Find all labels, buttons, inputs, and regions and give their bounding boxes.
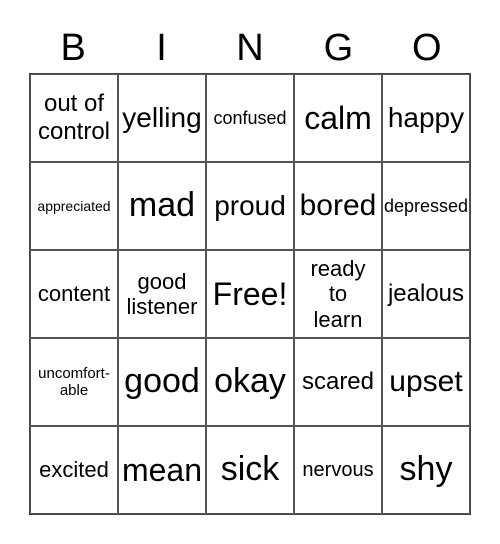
bingo-cell[interactable]: happy <box>382 74 470 162</box>
bingo-cell[interactable]: shy <box>382 426 470 514</box>
cell-label: upset <box>389 364 463 398</box>
cell-label: mad <box>128 186 196 225</box>
bingo-cell[interactable]: bored <box>294 162 382 250</box>
bingo-cell[interactable]: nervous <box>294 426 382 514</box>
cell-label: shy <box>399 450 453 489</box>
cell-label: proud <box>214 189 286 221</box>
cell-label: uncomfort-able <box>38 364 110 399</box>
bingo-cell[interactable]: uncomfort-able <box>30 338 118 426</box>
cell-label: excited <box>39 457 109 483</box>
bingo-cell[interactable]: upset <box>382 338 470 426</box>
cell-label: out of control <box>37 90 111 145</box>
bingo-cell[interactable]: confused <box>206 74 294 162</box>
header-letter-n: N <box>236 27 264 69</box>
bingo-cell[interactable]: jealous <box>382 250 470 338</box>
cell-label: nervous <box>302 458 374 481</box>
cell-label: bored <box>299 188 377 222</box>
bingo-cell[interactable]: proud <box>206 162 294 250</box>
bingo-cell[interactable]: mad <box>118 162 206 250</box>
bingo-cell[interactable]: okay <box>206 338 294 426</box>
bingo-cell[interactable]: good <box>118 338 206 426</box>
header-letter-o: O <box>411 27 442 69</box>
bingo-cell[interactable]: Free! <box>206 250 294 338</box>
bingo-cell[interactable]: out of control <box>30 74 118 162</box>
cell-label: Free! <box>212 275 288 312</box>
cell-label: okay <box>214 362 286 401</box>
bingo-cell[interactable]: mean <box>118 426 206 514</box>
bingo-cell[interactable]: sick <box>206 426 294 514</box>
cell-label: content <box>37 281 111 307</box>
header-letter-i: I <box>156 27 167 69</box>
cell-label: confused <box>213 107 287 128</box>
bingo-cell[interactable]: content <box>30 250 118 338</box>
cell-label: depressed <box>383 195 469 216</box>
cell-label: scared <box>301 368 375 396</box>
cell-label: calm <box>304 99 372 136</box>
cell-label: happy <box>387 101 465 133</box>
header-letter-b: B <box>60 27 86 69</box>
cell-label: appreciated <box>37 197 111 214</box>
cell-label: yelling <box>122 101 202 133</box>
bingo-cell[interactable]: excited <box>30 426 118 514</box>
header-letter-g: G <box>323 27 354 69</box>
cell-label: mean <box>121 451 203 488</box>
bingo-grid: out of control yelling confused calm happy ap… <box>29 73 471 515</box>
cell-label: good <box>124 362 200 401</box>
cell-label: jealous <box>387 280 465 308</box>
bingo-header: B I N G O <box>29 26 471 70</box>
bingo-cell[interactable]: depressed <box>382 162 470 250</box>
cell-label: good listener <box>126 268 198 319</box>
bingo-cell[interactable]: good listener <box>118 250 206 338</box>
bingo-cell[interactable]: scared <box>294 338 382 426</box>
bingo-cell[interactable]: ready to learn <box>294 250 382 338</box>
bingo-cell[interactable]: appreciated <box>30 162 118 250</box>
bingo-cell[interactable]: yelling <box>118 74 206 162</box>
cell-label: ready to learn <box>310 256 366 332</box>
bingo-cell[interactable]: calm <box>294 74 382 162</box>
cell-label: sick <box>220 450 280 489</box>
